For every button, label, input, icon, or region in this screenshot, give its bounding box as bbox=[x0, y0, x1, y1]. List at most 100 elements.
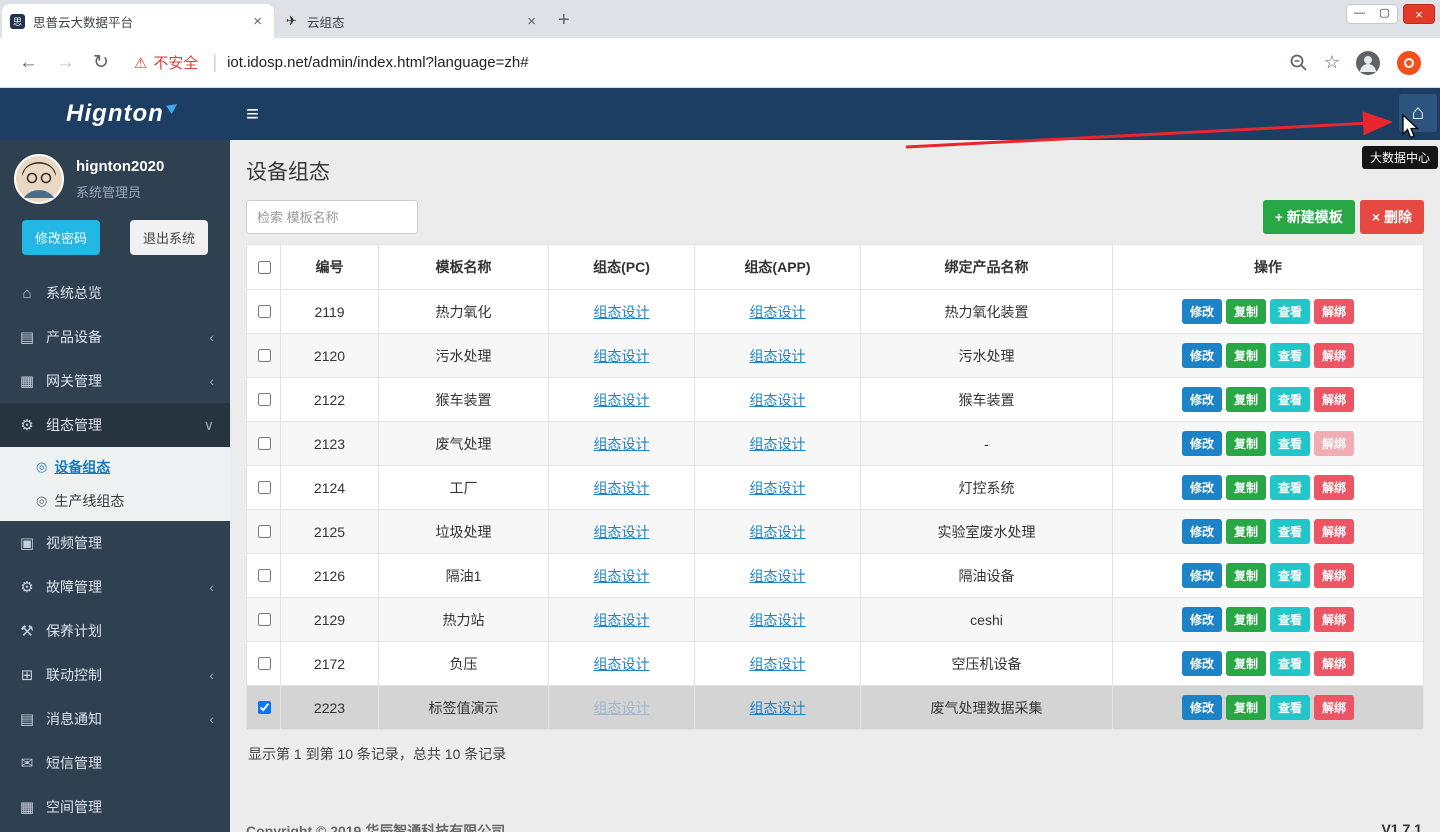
profile-avatar-icon[interactable] bbox=[1355, 50, 1381, 76]
row-checkbox[interactable] bbox=[258, 701, 271, 714]
app-config-link[interactable]: 组态设计 bbox=[750, 348, 806, 364]
edit-button[interactable]: 修改 bbox=[1182, 563, 1222, 588]
back-icon[interactable]: ← bbox=[19, 52, 38, 74]
pc-config-link[interactable]: 组态设计 bbox=[594, 524, 650, 540]
delete-button[interactable]: × 删除 bbox=[1360, 200, 1424, 234]
row-checkbox[interactable] bbox=[258, 569, 271, 582]
sidebar-item[interactable]: ⌂系统总览 bbox=[0, 271, 230, 315]
row-checkbox[interactable] bbox=[258, 613, 271, 626]
copy-button[interactable]: 复制 bbox=[1226, 651, 1266, 676]
logo-zone[interactable]: Hignton bbox=[0, 88, 230, 140]
search-input[interactable] bbox=[246, 200, 418, 234]
minimize-button[interactable]: — bbox=[1347, 5, 1372, 23]
pc-config-link[interactable]: 组态设计 bbox=[594, 392, 650, 408]
home-button[interactable]: ⌂ bbox=[1399, 94, 1437, 132]
tab-close-icon[interactable]: × bbox=[523, 13, 540, 30]
unbind-button[interactable]: 解绑 bbox=[1314, 695, 1354, 720]
edit-button[interactable]: 修改 bbox=[1182, 651, 1222, 676]
unbind-button[interactable]: 解绑 bbox=[1314, 431, 1354, 456]
copy-button[interactable]: 复制 bbox=[1226, 475, 1266, 500]
copy-button[interactable]: 复制 bbox=[1226, 607, 1266, 632]
copy-button[interactable]: 复制 bbox=[1226, 299, 1266, 324]
unbind-button[interactable]: 解绑 bbox=[1314, 387, 1354, 412]
unbind-button[interactable]: 解绑 bbox=[1314, 343, 1354, 368]
unbind-button[interactable]: 解绑 bbox=[1314, 475, 1354, 500]
view-button[interactable]: 查看 bbox=[1270, 299, 1310, 324]
tab-close-icon[interactable]: × bbox=[249, 13, 266, 30]
copy-button[interactable]: 复制 bbox=[1226, 695, 1266, 720]
pc-config-link[interactable]: 组态设计 bbox=[594, 568, 650, 584]
edit-button[interactable]: 修改 bbox=[1182, 299, 1222, 324]
edit-button[interactable]: 修改 bbox=[1182, 519, 1222, 544]
pc-config-link[interactable]: 组态设计 bbox=[594, 700, 650, 716]
change-password-button[interactable]: 修改密码 bbox=[22, 220, 100, 255]
app-config-link[interactable]: 组态设计 bbox=[750, 612, 806, 628]
row-checkbox[interactable] bbox=[258, 437, 271, 450]
copy-button[interactable]: 复制 bbox=[1226, 343, 1266, 368]
security-warning[interactable]: ⚠ 不安全 bbox=[134, 52, 198, 73]
app-config-link[interactable]: 组态设计 bbox=[750, 700, 806, 716]
hamburger-menu-icon[interactable]: ≡ bbox=[246, 103, 259, 125]
url-field[interactable]: iot.idosp.net/admin/index.html?language=… bbox=[227, 54, 1289, 71]
view-button[interactable]: 查看 bbox=[1270, 519, 1310, 544]
app-config-link[interactable]: 组态设计 bbox=[750, 568, 806, 584]
new-tab-button[interactable]: + bbox=[558, 9, 570, 32]
unbind-button[interactable]: 解绑 bbox=[1314, 563, 1354, 588]
pc-config-link[interactable]: 组态设计 bbox=[594, 348, 650, 364]
view-button[interactable]: 查看 bbox=[1270, 651, 1310, 676]
app-config-link[interactable]: 组态设计 bbox=[750, 436, 806, 452]
extension-icon[interactable] bbox=[1396, 50, 1422, 76]
app-config-link[interactable]: 组态设计 bbox=[750, 304, 806, 320]
sidebar-item[interactable]: ✉短信管理 bbox=[0, 741, 230, 785]
copy-button[interactable]: 复制 bbox=[1226, 519, 1266, 544]
unbind-button[interactable]: 解绑 bbox=[1314, 519, 1354, 544]
logout-button[interactable]: 退出系统 bbox=[130, 220, 208, 255]
edit-button[interactable]: 修改 bbox=[1182, 475, 1222, 500]
view-button[interactable]: 查看 bbox=[1270, 387, 1310, 412]
app-config-link[interactable]: 组态设计 bbox=[750, 656, 806, 672]
view-button[interactable]: 查看 bbox=[1270, 431, 1310, 456]
sidebar-item[interactable]: ▣视频管理 bbox=[0, 521, 230, 565]
pc-config-link[interactable]: 组态设计 bbox=[594, 436, 650, 452]
row-checkbox[interactable] bbox=[258, 481, 271, 494]
view-button[interactable]: 查看 bbox=[1270, 475, 1310, 500]
row-checkbox[interactable] bbox=[258, 525, 271, 538]
copy-button[interactable]: 复制 bbox=[1226, 431, 1266, 456]
row-checkbox[interactable] bbox=[258, 305, 271, 318]
copy-button[interactable]: 复制 bbox=[1226, 387, 1266, 412]
unbind-button[interactable]: 解绑 bbox=[1314, 651, 1354, 676]
sidebar-item[interactable]: ▦空间管理 bbox=[0, 785, 230, 829]
close-button[interactable]: × bbox=[1403, 4, 1435, 24]
tab-platform[interactable]: 思 思普云大数据平台 × bbox=[2, 4, 274, 38]
app-config-link[interactable]: 组态设计 bbox=[750, 524, 806, 540]
sidebar-item[interactable]: ▦网关管理‹ bbox=[0, 359, 230, 403]
tab-cloud-config[interactable]: ✈ 云组态 × bbox=[276, 4, 548, 38]
sidebar-item[interactable]: ▤产品设备‹ bbox=[0, 315, 230, 359]
sidebar-item[interactable]: ⚒保养计划 bbox=[0, 609, 230, 653]
copy-button[interactable]: 复制 bbox=[1226, 563, 1266, 588]
row-checkbox[interactable] bbox=[258, 393, 271, 406]
view-button[interactable]: 查看 bbox=[1270, 563, 1310, 588]
sidebar-subitem[interactable]: ◎生产线组态 bbox=[0, 484, 230, 518]
sidebar-item[interactable]: ⚙故障管理‹ bbox=[0, 565, 230, 609]
edit-button[interactable]: 修改 bbox=[1182, 431, 1222, 456]
edit-button[interactable]: 修改 bbox=[1182, 695, 1222, 720]
view-button[interactable]: 查看 bbox=[1270, 695, 1310, 720]
pc-config-link[interactable]: 组态设计 bbox=[594, 480, 650, 496]
edit-button[interactable]: 修改 bbox=[1182, 387, 1222, 412]
pc-config-link[interactable]: 组态设计 bbox=[594, 656, 650, 672]
zoom-icon[interactable] bbox=[1289, 53, 1309, 73]
edit-button[interactable]: 修改 bbox=[1182, 343, 1222, 368]
pc-config-link[interactable]: 组态设计 bbox=[594, 612, 650, 628]
pc-config-link[interactable]: 组态设计 bbox=[594, 304, 650, 320]
sidebar-item[interactable]: ⊞联动控制‹ bbox=[0, 653, 230, 697]
view-button[interactable]: 查看 bbox=[1270, 343, 1310, 368]
new-template-button[interactable]: + 新建模板 bbox=[1263, 200, 1355, 234]
app-config-link[interactable]: 组态设计 bbox=[750, 392, 806, 408]
unbind-button[interactable]: 解绑 bbox=[1314, 607, 1354, 632]
sidebar-subitem[interactable]: ◎设备组态 bbox=[0, 450, 230, 484]
view-button[interactable]: 查看 bbox=[1270, 607, 1310, 632]
bookmark-star-icon[interactable]: ☆ bbox=[1324, 52, 1340, 73]
sidebar-item[interactable]: ⚙组态管理∨ bbox=[0, 403, 230, 447]
reload-icon[interactable]: ↻ bbox=[93, 51, 109, 74]
